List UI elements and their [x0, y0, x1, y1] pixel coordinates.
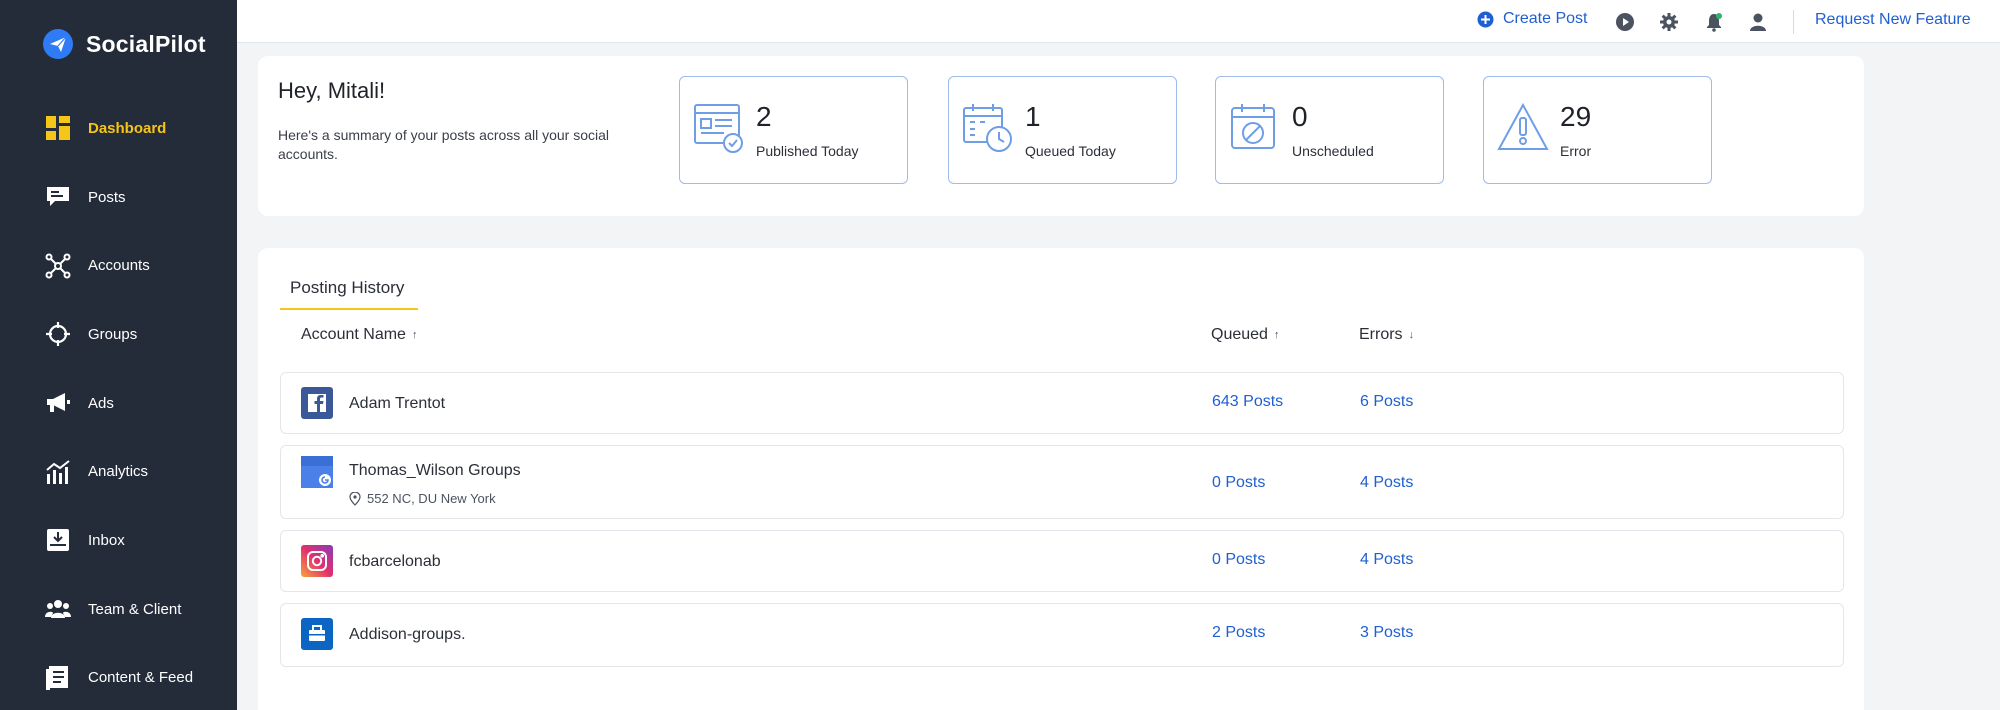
sidebar-item-label: Content & Feed	[88, 669, 194, 687]
account-name: Thomas_Wilson Groups	[349, 462, 521, 479]
account-location: 552 NC, DU New York	[349, 491, 496, 506]
error-posts-link[interactable]: 4 Posts	[1360, 474, 1413, 492]
sidebar-item-label: Accounts	[88, 257, 150, 275]
notification-bell-icon[interactable]	[1703, 11, 1725, 33]
team-icon	[44, 595, 72, 623]
sidebar-item-ads[interactable]: Ads	[0, 369, 237, 438]
stat-unscheduled[interactable]: 0 Unscheduled	[1215, 76, 1444, 184]
posts-icon	[44, 183, 72, 211]
sort-arrow-down-icon: ↓	[1408, 329, 1415, 341]
sidebar-item-groups[interactable]: Groups	[0, 300, 237, 369]
account-name: Adam Trentot	[349, 395, 446, 412]
request-new-feature-link[interactable]: Request New Feature	[1815, 11, 1971, 29]
inbox-icon	[44, 526, 72, 554]
accounts-icon	[44, 252, 72, 280]
facebook-icon	[301, 387, 333, 419]
unscheduled-calendar-icon	[1231, 104, 1275, 149]
top-bar-divider	[1793, 10, 1794, 34]
stat-label: Published Today	[756, 143, 859, 159]
analytics-icon	[44, 458, 72, 486]
greeting-subtitle: Here's a summary of your posts across al…	[278, 127, 610, 162]
table-row[interactable]: fcbarcelonab 0 Posts 4 Posts	[280, 530, 1844, 592]
account-name: Addison-groups.	[349, 626, 466, 643]
stat-published-today[interactable]: 2 Published Today	[679, 76, 908, 184]
sidebar-item-label: Posts	[88, 188, 126, 206]
stat-queued-today[interactable]: 1 Queued Today	[948, 76, 1177, 184]
sidebar: SocialPilot Dashboard Posts Accounts Gro…	[0, 0, 237, 710]
table-row[interactable]: Adam Trentot 643 Posts 6 Posts	[280, 372, 1844, 434]
account-location-text: 552 NC, DU New York	[367, 491, 496, 506]
summary-card: Hey, Mitali! Here's a summary of your po…	[258, 56, 1864, 216]
column-header-label: Errors	[1359, 326, 1403, 343]
error-posts-link[interactable]: 3 Posts	[1360, 624, 1413, 642]
queued-posts-link[interactable]: 643 Posts	[1212, 393, 1283, 411]
sidebar-item-label: Inbox	[88, 531, 125, 549]
user-icon[interactable]	[1747, 11, 1769, 33]
sidebar-item-label: Ads	[88, 394, 114, 412]
stat-label: Queued Today	[1025, 143, 1116, 159]
queued-posts-link[interactable]: 2 Posts	[1212, 624, 1265, 642]
column-header-account-name[interactable]: Account Name ↑	[301, 326, 417, 344]
groups-icon	[44, 320, 72, 348]
error-posts-link[interactable]: 6 Posts	[1360, 393, 1413, 411]
stat-value: 29	[1560, 101, 1592, 132]
linkedin-page-icon	[301, 618, 333, 650]
tab-posting-history[interactable]: Posting History	[280, 272, 418, 310]
queued-calendar-icon	[963, 104, 1012, 152]
sidebar-item-team-client[interactable]: Team & Client	[0, 575, 237, 644]
warning-icon	[1497, 102, 1549, 150]
sidebar-item-analytics[interactable]: Analytics	[0, 437, 237, 506]
top-bar: Create Post Request New Feature	[237, 0, 2000, 43]
dashboard-icon	[44, 114, 72, 142]
socialpilot-logo-icon	[43, 29, 73, 59]
greeting: Hey, Mitali!	[278, 78, 386, 103]
column-header-errors[interactable]: Errors ↓	[1359, 326, 1414, 344]
sidebar-item-label: Analytics	[88, 463, 149, 481]
queued-posts-link[interactable]: 0 Posts	[1212, 474, 1265, 492]
google-business-icon	[301, 456, 333, 488]
sidebar-item-label: Groups	[88, 325, 138, 343]
sidebar-nav: Dashboard Posts Accounts Groups Ads Anal…	[0, 94, 237, 710]
stat-value: 0	[1292, 101, 1308, 132]
play-icon[interactable]	[1614, 11, 1636, 33]
sort-arrow-up-icon: ↑	[1273, 329, 1280, 341]
sidebar-item-content-feed[interactable]: Content & Feed	[0, 644, 237, 710]
column-header-queued[interactable]: Queued ↑	[1211, 326, 1279, 344]
create-post-button[interactable]: Create Post	[1477, 10, 1587, 28]
sidebar-item-dashboard[interactable]: Dashboard	[0, 94, 237, 163]
published-icon	[694, 104, 743, 153]
stat-label: Error	[1560, 143, 1592, 159]
sidebar-item-inbox[interactable]: Inbox	[0, 506, 237, 575]
stat-value: 1	[1025, 101, 1041, 132]
location-pin-icon	[349, 491, 361, 506]
megaphone-icon	[44, 389, 72, 417]
account-name: fcbarcelonab	[349, 553, 441, 570]
posting-history-card: Posting History Account Name ↑ Queued ↑ …	[258, 248, 1864, 710]
column-header-label: Account Name	[301, 326, 406, 343]
sort-arrow-up-icon: ↑	[411, 329, 418, 341]
content-feed-icon	[44, 664, 72, 692]
plus-circle-icon	[1477, 11, 1494, 27]
queued-posts-link[interactable]: 0 Posts	[1212, 551, 1265, 569]
sidebar-item-accounts[interactable]: Accounts	[0, 231, 237, 300]
stat-label: Unscheduled	[1292, 143, 1374, 159]
brand-name: SocialPilot	[86, 30, 206, 57]
instagram-icon	[301, 545, 333, 577]
gear-icon[interactable]	[1658, 11, 1680, 33]
stat-value: 2	[756, 101, 772, 132]
column-header-label: Queued	[1211, 326, 1268, 343]
table-row[interactable]: Thomas_Wilson Groups 552 NC, DU New York…	[280, 445, 1844, 519]
sidebar-item-label: Dashboard	[88, 119, 167, 137]
stat-error[interactable]: 29 Error	[1483, 76, 1712, 184]
sidebar-item-label: Team & Client	[88, 600, 182, 618]
sidebar-item-posts[interactable]: Posts	[0, 163, 237, 232]
error-posts-link[interactable]: 4 Posts	[1360, 551, 1413, 569]
create-post-label: Create Post	[1503, 10, 1588, 27]
brand-logo[interactable]: SocialPilot	[42, 28, 206, 60]
table-row[interactable]: Addison-groups. 2 Posts 3 Posts	[280, 603, 1844, 667]
